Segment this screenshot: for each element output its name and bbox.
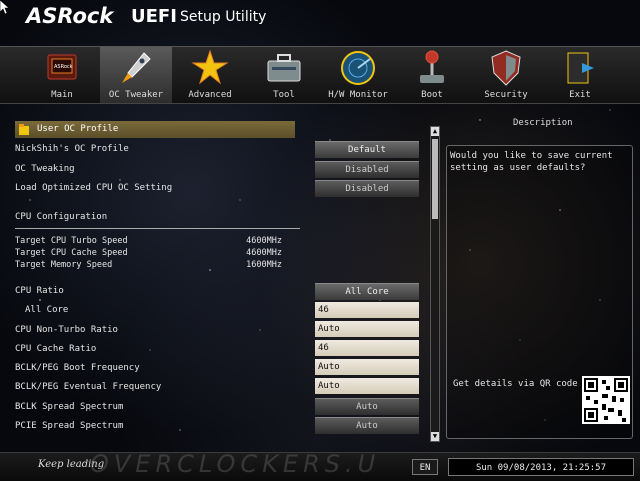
all-core-label: All Core — [25, 305, 69, 315]
main-board-icon: ASRock — [47, 54, 77, 80]
user-oc-profile-label: User OC Profile — [37, 124, 119, 134]
nickshih-profile-select[interactable]: Default — [315, 141, 419, 158]
tab-label: Main — [51, 90, 73, 100]
watermark-text: OVERCLOCKERS.U — [90, 450, 381, 478]
target-turbo-label: Target CPU Turbo Speed — [15, 236, 128, 246]
bclk-spread-label: BCLK Spread Spectrum — [15, 402, 124, 412]
scroll-down-icon[interactable]: ▼ — [431, 432, 439, 441]
language-button[interactable]: EN — [412, 459, 438, 475]
product-name: UEFI — [131, 6, 177, 27]
all-core-input[interactable]: 46 — [315, 302, 419, 318]
cache-ratio-input[interactable]: 46 — [315, 340, 419, 356]
oc-tweaking-select[interactable]: Disabled — [315, 161, 419, 178]
user-oc-profile-item[interactable]: User OC Profile — [15, 121, 295, 138]
tab-oc-tweaker[interactable]: OC Tweaker — [100, 47, 172, 103]
cpu-config-heading: CPU Configuration — [15, 212, 108, 222]
tab-label: Tool — [273, 90, 295, 100]
bclk-boot-label: BCLK/PEG Boot Frequency — [15, 363, 140, 373]
tab-advanced[interactable]: Advanced — [174, 47, 246, 103]
tab-label: Security — [484, 90, 528, 100]
tab-tool[interactable]: Tool — [248, 47, 320, 103]
target-memory-label: Target Memory Speed — [15, 260, 113, 270]
oc-tweaking-label: OC Tweaking — [15, 164, 75, 174]
datetime-display: Sun 09/08/2013, 21:25:57 — [448, 458, 634, 476]
non-turbo-input[interactable]: Auto — [315, 321, 419, 337]
tab-label: Advanced — [188, 90, 232, 100]
exit-door-icon — [567, 52, 594, 84]
tab-main[interactable]: ASRock Main — [26, 47, 98, 103]
pcie-spread-select[interactable]: Auto — [315, 417, 419, 434]
toolbox-icon — [267, 54, 301, 82]
cpu-ratio-label: CPU Ratio — [15, 286, 64, 296]
section-divider — [15, 228, 300, 229]
title-bar: ASRock UEFI Setup Utility — [0, 0, 640, 40]
tab-label: OC Tweaker — [108, 90, 164, 100]
joystick-icon — [420, 50, 444, 83]
folder-icon — [19, 124, 29, 135]
tab-label: H/W Monitor — [328, 90, 388, 100]
mouse-cursor-icon — [0, 0, 10, 14]
svg-text:ASRock: ASRock — [54, 64, 73, 70]
description-title: Description — [513, 118, 573, 128]
target-cache-label: Target CPU Cache Speed — [15, 248, 128, 258]
nickshih-profile-label: NickShih's OC Profile — [15, 144, 129, 154]
load-optimized-select[interactable]: Disabled — [315, 180, 419, 197]
load-optimized-label: Load Optimized CPU OC Setting — [15, 183, 173, 193]
bclk-eventual-label: BCLK/PEG Eventual Frequency — [15, 382, 162, 392]
qr-label: Get details via QR code — [453, 379, 578, 389]
utility-subtitle: Setup Utility — [180, 9, 267, 25]
tab-label: Boot — [421, 90, 443, 100]
tab-label: Exit — [569, 90, 591, 100]
non-turbo-label: CPU Non-Turbo Ratio — [15, 325, 118, 335]
cache-ratio-label: CPU Cache Ratio — [15, 344, 97, 354]
target-memory-value: 1600MHz — [246, 260, 282, 270]
target-turbo-value: 4600MHz — [246, 236, 282, 246]
shield-icon — [491, 50, 521, 86]
pcie-spread-label: PCIE Spread Spectrum — [15, 421, 124, 431]
bclk-boot-input[interactable]: Auto — [315, 359, 419, 375]
bclk-eventual-input[interactable]: Auto — [315, 378, 419, 394]
radar-icon — [341, 51, 375, 85]
main-nav: ASRock Main OC Tweaker Advanced Tool H/W — [0, 46, 640, 104]
slogan: Keep leading — [38, 459, 105, 470]
tab-security[interactable]: Security — [470, 47, 542, 103]
qr-code-icon — [582, 376, 630, 424]
tab-boot[interactable]: Boot — [396, 47, 468, 103]
star-burst-icon — [191, 49, 229, 85]
bclk-spread-select[interactable]: Auto — [315, 398, 419, 415]
brand-logo: ASRock — [26, 4, 114, 28]
settings-scrollbar[interactable]: ▲ ▼ — [430, 126, 440, 442]
cpu-ratio-select[interactable]: All Core — [315, 283, 419, 300]
rocket-icon — [122, 52, 151, 83]
description-text: Would you like to save current setting a… — [450, 151, 613, 173]
tab-exit[interactable]: Exit — [544, 47, 616, 103]
tab-hw-monitor[interactable]: H/W Monitor — [322, 47, 394, 103]
target-cache-value: 4600MHz — [246, 248, 282, 258]
scroll-thumb[interactable] — [432, 139, 438, 219]
scroll-up-icon[interactable]: ▲ — [431, 127, 439, 136]
